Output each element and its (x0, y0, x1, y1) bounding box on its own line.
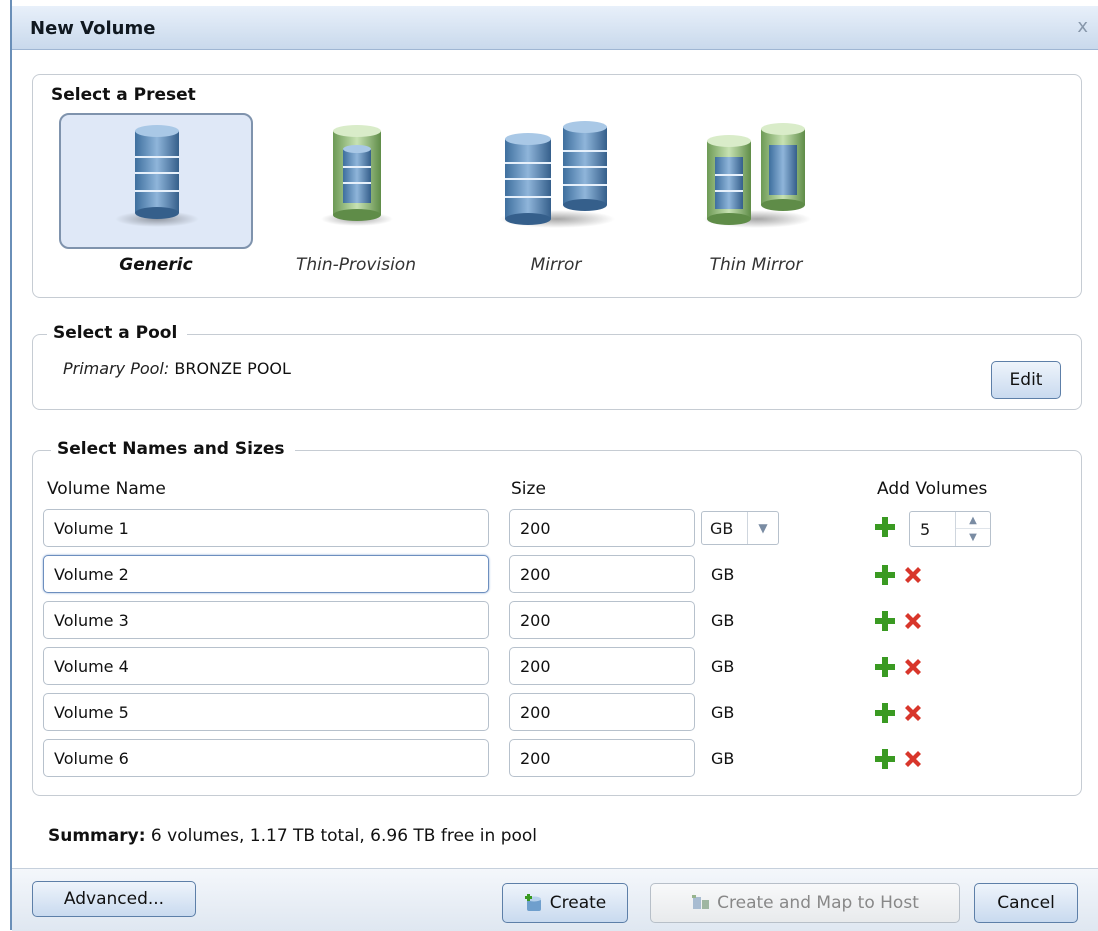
preset-label-thin-mirror: Thin Mirror (709, 255, 803, 275)
create-and-map-button-label: Create and Map to Host (717, 893, 919, 913)
col-add-volumes: Add Volumes (877, 479, 988, 499)
preset-label-generic: Generic (119, 255, 193, 275)
add-volumes-count-value: 5 (920, 519, 931, 539)
advanced-button[interactable]: Advanced... (32, 881, 196, 917)
volume-name-input-4[interactable]: Volume 4 (43, 647, 489, 685)
remove-icon[interactable] (901, 655, 925, 679)
spinner-buttons: ▲ ▼ (955, 512, 990, 546)
cancel-button[interactable]: Cancel (974, 883, 1078, 923)
volume-size-input-4[interactable]: 200 (509, 647, 695, 685)
dialog-title: New Volume (30, 18, 156, 39)
names-sizes-legend: Select Names and Sizes (51, 439, 295, 459)
summary-label: Summary: (48, 826, 146, 846)
preset-thin-provision[interactable] (259, 113, 453, 249)
remove-icon[interactable] (901, 701, 925, 725)
add-icon[interactable] (873, 747, 897, 771)
primary-pool-value: BRONZE POOL (174, 359, 291, 378)
spinner-up-icon[interactable]: ▲ (956, 512, 990, 529)
edit-pool-button[interactable]: Edit (991, 361, 1061, 399)
volume-size-input-2[interactable]: 200 (509, 555, 695, 593)
col-size: Size (511, 479, 546, 499)
preset-legend: Select a Preset (47, 85, 206, 105)
preset-group: Select a Preset Generic Thin-Provision M… (32, 74, 1082, 298)
create-button[interactable]: Create (502, 883, 628, 923)
preset-generic[interactable] (59, 113, 253, 249)
unit-select[interactable]: GB ▼ (701, 511, 779, 545)
remove-icon[interactable] (901, 609, 925, 633)
volume-size-input-1[interactable]: 200 (509, 509, 695, 547)
preset-label-mirror: Mirror (530, 255, 582, 275)
primary-pool-label: Primary Pool: (63, 359, 170, 378)
volume-unit-2: GB (711, 565, 735, 584)
remove-icon[interactable] (901, 563, 925, 587)
add-icon[interactable] (873, 655, 897, 679)
thin-database-icon (321, 125, 393, 226)
create-volume-icon (524, 894, 541, 911)
summary: Summary: 6 volumes, 1.17 TB total, 6.96 … (48, 826, 537, 846)
volume-name-input-1[interactable]: Volume 1 (43, 509, 489, 547)
add-icon[interactable] (873, 515, 897, 539)
col-volume-name: Volume Name (47, 479, 166, 499)
mirror-database-icon (499, 121, 615, 228)
add-volumes-count[interactable]: 5 ▲ ▼ (909, 511, 991, 547)
pool-group: Select a Pool Primary Pool: BRONZE POOL … (32, 323, 1082, 410)
advanced-button-label: Advanced... (63, 889, 165, 909)
create-button-label: Create (549, 893, 607, 913)
new-volume-dialog: New Volume x Select a Preset Generic Thi… (10, 0, 1098, 931)
add-icon[interactable] (873, 563, 897, 587)
close-icon[interactable]: x (1077, 16, 1088, 37)
volume-size-input-3[interactable]: 200 (509, 601, 695, 639)
dialog-footer: Advanced... Create Create and Map to Hos… (12, 868, 1098, 931)
primary-pool: Primary Pool: BRONZE POOL (63, 359, 291, 378)
volume-name-input-5[interactable]: Volume 5 (43, 693, 489, 731)
cancel-button-label: Cancel (997, 893, 1055, 913)
pool-legend: Select a Pool (47, 323, 188, 343)
volume-unit-4: GB (711, 657, 735, 676)
spinner-down-icon[interactable]: ▼ (956, 529, 990, 545)
add-icon[interactable] (873, 701, 897, 725)
volume-name-input-6[interactable]: Volume 6 (43, 739, 489, 777)
chevron-down-icon[interactable]: ▼ (747, 512, 778, 544)
volume-unit-3: GB (711, 611, 735, 630)
volume-unit-6: GB (711, 749, 735, 768)
add-icon[interactable] (873, 609, 897, 633)
summary-text: 6 volumes, 1.17 TB total, 6.96 TB free i… (150, 826, 538, 846)
unit-select-value: GB (710, 518, 734, 538)
volume-size-input-6[interactable]: 200 (509, 739, 695, 777)
thin-mirror-database-icon (703, 123, 811, 228)
map-host-icon (692, 895, 710, 909)
volume-size-input-5[interactable]: 200 (509, 693, 695, 731)
dialog-title-bar: New Volume x (12, 6, 1098, 50)
volume-name-input-3[interactable]: Volume 3 (43, 601, 489, 639)
create-and-map-button[interactable]: Create and Map to Host (650, 883, 960, 923)
remove-icon[interactable] (901, 747, 925, 771)
preset-thin-mirror[interactable] (659, 113, 853, 249)
database-icon (115, 125, 199, 227)
volume-name-input-2[interactable]: Volume 2 (43, 555, 489, 593)
preset-label-thin-provision: Thin-Provision (296, 255, 416, 275)
volume-unit-5: GB (711, 703, 735, 722)
names-sizes-group: Select Names and Sizes Volume Name Size … (32, 439, 1082, 796)
preset-mirror[interactable] (459, 113, 653, 249)
